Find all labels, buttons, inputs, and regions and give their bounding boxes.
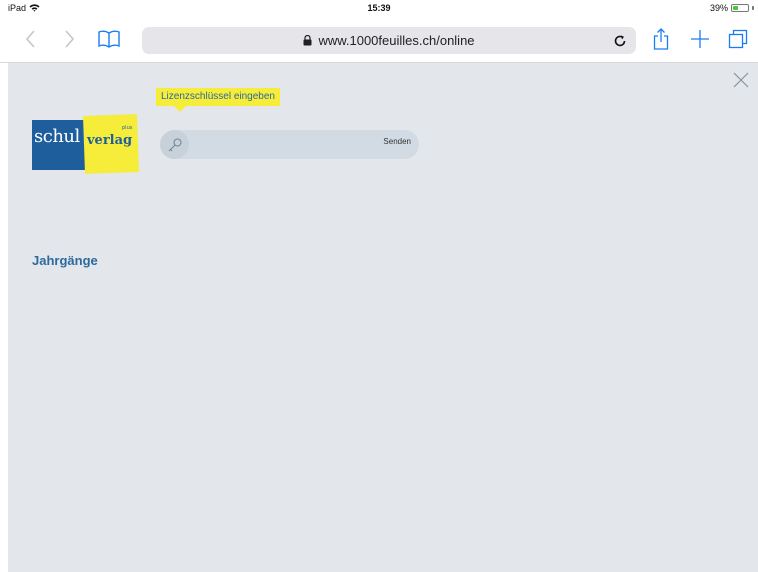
reload-icon [614,35,626,47]
bookmarks-button[interactable] [96,26,122,52]
logo-text-plus: plus [122,125,133,131]
license-key-form: Senden [160,130,419,159]
chevron-left-icon [26,30,35,48]
status-time: 15:39 [367,3,391,13]
lock-icon [303,35,312,46]
key-icon-wrap [160,130,189,159]
license-tooltip: Lizenzschlüssel eingeben [156,88,280,112]
plus-icon [691,30,709,48]
battery-tip [752,6,754,10]
logo-text-verlag: verlag [87,133,133,148]
section-heading-jahrgaenge: Jahrgänge [32,253,98,268]
license-tooltip-text: Lizenzschlüssel eingeben [161,91,275,102]
share-icon [653,28,669,50]
logo-text-schul: schul [34,126,80,147]
battery-icon [731,4,749,12]
battery-percent: 39% [709,3,728,13]
status-bar: iPad 15:39 39% [0,0,758,16]
schulverlag-logo[interactable]: schul verlag plus [32,114,152,179]
tabs-button[interactable] [726,26,750,52]
share-button[interactable] [650,26,672,52]
tabs-icon [728,29,748,49]
forward-button[interactable] [60,26,78,52]
battery-fill [733,6,739,10]
new-tab-button[interactable] [688,26,712,52]
reload-button[interactable] [610,31,630,51]
address-content: www.1000feuilles.ch/online [142,27,636,54]
back-button[interactable] [22,26,40,52]
send-button[interactable]: Senden [383,137,411,146]
close-button[interactable] [732,71,750,89]
url-text: www.1000feuilles.ch/online [318,33,475,48]
chevron-right-icon [65,30,74,48]
close-icon [733,72,749,88]
web-content: schul verlag plus Lizenzschlüssel eingeb… [8,63,758,572]
browser-toolbar: www.1000feuilles.ch/online [0,16,758,63]
address-bar[interactable]: www.1000feuilles.ch/online [142,27,636,54]
tooltip-arrow [174,106,186,112]
status-right: 39% [710,3,754,13]
license-key-input[interactable] [194,134,378,157]
book-icon [98,30,120,48]
key-icon [168,137,182,151]
